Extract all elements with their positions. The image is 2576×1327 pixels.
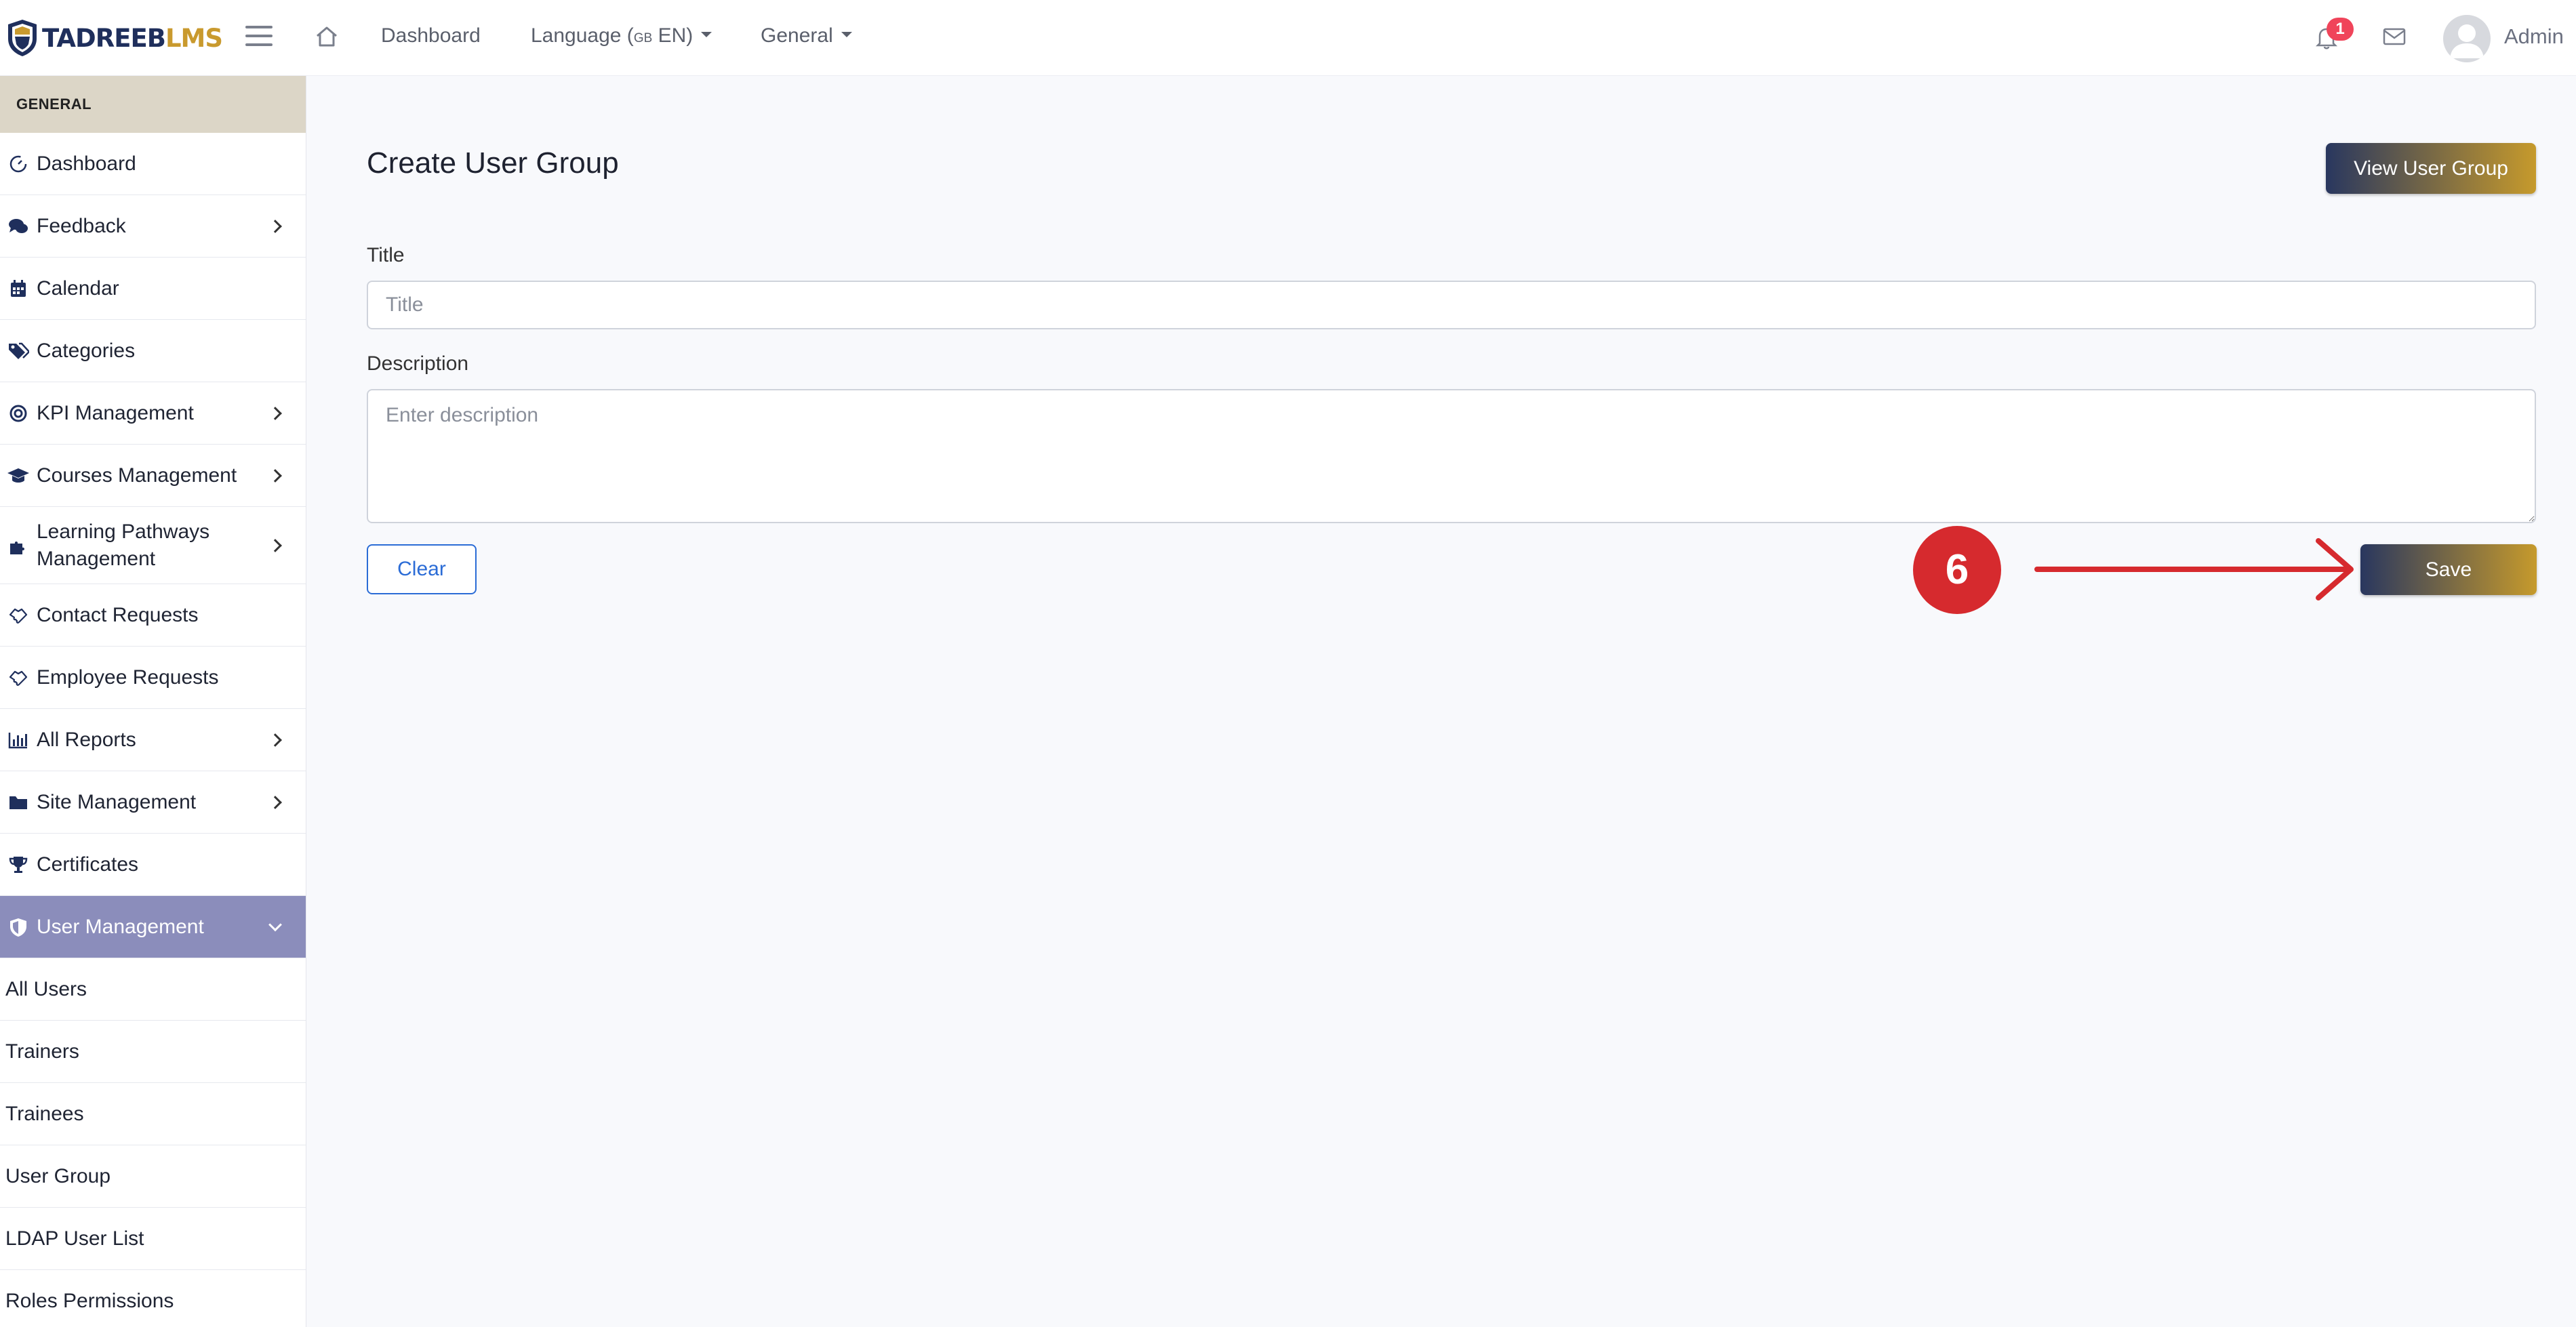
sidebar-item-label: User Management <box>37 915 204 938</box>
sidebar-item-user-management[interactable]: User Management <box>0 896 306 958</box>
target-icon <box>7 402 30 425</box>
sidebar-item-all-reports[interactable]: All Reports <box>0 709 306 771</box>
page-title: Create User Group <box>367 146 619 180</box>
sidebar-subitem-trainers[interactable]: Trainers <box>0 1021 306 1083</box>
sidebar-item-label: Categories <box>37 339 136 362</box>
handshake-icon <box>7 604 30 627</box>
annotation-arrow-icon <box>2034 538 2354 600</box>
comments-icon <box>7 215 30 238</box>
user-name[interactable]: Admin <box>2504 24 2564 49</box>
title-label: Title <box>367 244 405 266</box>
brand-name: TADREEBLMS <box>42 23 223 53</box>
folder-icon <box>7 791 30 814</box>
sidebar-item-feedback[interactable]: Feedback <box>0 195 306 258</box>
title-input[interactable] <box>367 281 2536 329</box>
sidebar-item-label: Calendar <box>37 277 119 300</box>
chevron-right-icon <box>268 406 282 420</box>
language-code: EN) <box>652 24 693 47</box>
sidebar-item-calendar[interactable]: Calendar <box>0 258 306 320</box>
sidebar-item-categories[interactable]: Categories <box>0 320 306 382</box>
chevron-right-icon <box>268 538 282 552</box>
save-button[interactable]: Save <box>2360 544 2537 595</box>
puzzle-icon <box>7 534 30 557</box>
mail-icon[interactable] <box>2382 27 2407 46</box>
bar-chart-icon <box>7 729 30 752</box>
hamburger-menu-icon[interactable] <box>245 26 273 49</box>
sidebar-item-label: Site Management <box>37 790 197 813</box>
sidebar-item-label: Contact Requests <box>37 603 199 626</box>
chevron-right-icon <box>268 219 282 233</box>
graduation-cap-icon <box>7 464 30 487</box>
description-label: Description <box>367 352 469 375</box>
sidebar-item-label: Certificates <box>37 853 139 876</box>
sidebar-item-label: Feedback <box>37 214 126 237</box>
clear-button[interactable]: Clear <box>367 544 477 594</box>
sidebar-item-kpi-management[interactable]: KPI Management <box>0 382 306 445</box>
sidebar-subitem-roles-permissions[interactable]: Roles Permissions <box>0 1270 306 1327</box>
home-icon[interactable] <box>313 23 340 50</box>
general-dropdown[interactable]: General <box>761 24 852 47</box>
sidebar-item-label: KPI Management <box>37 401 194 424</box>
sidebar-item-dashboard[interactable]: Dashboard <box>0 133 306 195</box>
top-bar: TADREEBLMS Dashboard Language (GB EN) Ge… <box>0 0 2576 76</box>
step-number-badge: 6 <box>1913 526 2001 614</box>
sidebar-item-certificates[interactable]: Certificates <box>0 834 306 896</box>
caret-down-icon <box>841 32 852 38</box>
nav-dashboard-link[interactable]: Dashboard <box>381 24 481 47</box>
general-label: General <box>761 24 833 47</box>
chevron-right-icon <box>268 468 282 483</box>
sidebar-item-contact-requests[interactable]: Contact Requests <box>0 584 306 647</box>
language-flag: GB <box>633 31 653 45</box>
sidebar-subitem-ldap-user-list[interactable]: LDAP User List <box>0 1208 306 1270</box>
sidebar-subitem-trainees[interactable]: Trainees <box>0 1083 306 1145</box>
brand-logo[interactable]: TADREEBLMS <box>7 18 223 58</box>
chevron-down-icon <box>268 918 282 931</box>
sidebar-item-site-management[interactable]: Site Management <box>0 771 306 834</box>
caret-down-icon <box>701 32 712 38</box>
sidebar-item-label: All Reports <box>37 728 136 751</box>
brand-name-part1: TADREEB <box>42 23 166 53</box>
sidebar-item-courses-management[interactable]: Courses Management <box>0 445 306 507</box>
shield-logo-icon <box>8 20 37 56</box>
sidebar-item-employee-requests[interactable]: Employee Requests <box>0 647 306 709</box>
sidebar: GENERAL Dashboard Feedback Calendar Cate… <box>0 76 306 1327</box>
sidebar-subitem-all-users[interactable]: All Users <box>0 958 306 1021</box>
sidebar-item-learning-pathways[interactable]: Learning Pathways Management <box>0 507 306 584</box>
view-user-group-button[interactable]: View User Group <box>2326 143 2536 194</box>
tags-icon <box>7 340 30 363</box>
sidebar-item-label: Courses Management <box>37 464 237 487</box>
sidebar-section-title: GENERAL <box>0 76 306 133</box>
sidebar-item-label: Employee Requests <box>37 666 219 689</box>
chevron-right-icon <box>268 733 282 747</box>
sidebar-subitem-user-group[interactable]: User Group <box>0 1145 306 1208</box>
user-silhouette-icon <box>2450 24 2484 58</box>
calendar-icon <box>7 277 30 300</box>
sidebar-item-label: Dashboard <box>37 152 136 175</box>
gauge-icon <box>7 152 30 176</box>
language-label: Language ( <box>531 24 634 47</box>
chevron-right-icon <box>268 795 282 809</box>
handshake-icon <box>7 666 30 689</box>
brand-name-part2: LMS <box>165 23 223 53</box>
user-avatar[interactable] <box>2443 15 2491 62</box>
trophy-icon <box>7 853 30 876</box>
notification-count-badge: 1 <box>2327 18 2354 41</box>
sidebar-item-label: Learning Pathways Management <box>37 520 210 570</box>
shield-icon <box>7 916 30 939</box>
language-dropdown[interactable]: Language (GB EN) <box>531 24 712 47</box>
description-textarea[interactable] <box>367 389 2536 523</box>
